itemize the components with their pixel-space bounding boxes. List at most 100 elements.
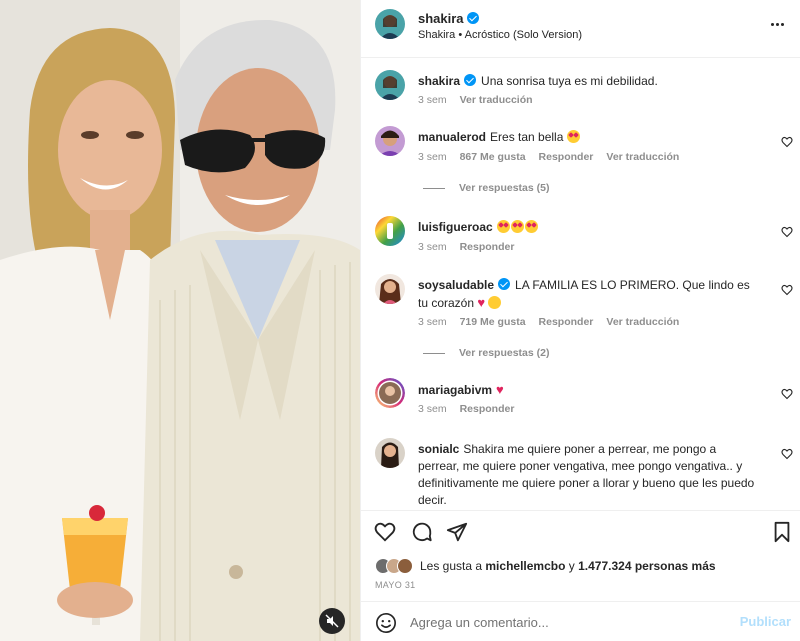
comment-reply-link[interactable]: Responder (539, 316, 594, 328)
comment-like-heart-icon[interactable] (781, 448, 793, 460)
bookmark-icon[interactable] (771, 521, 793, 543)
comment-avatar[interactable] (375, 216, 405, 246)
comment-item: soysaludable LA FAMILIA ES LO PRIMERO. Qu… (361, 274, 800, 369)
caption-meta: 3 sem Ver traducción (418, 94, 546, 106)
view-replies-link[interactable]: Ver respuestas (5) (423, 182, 549, 194)
avatar-image (375, 70, 405, 100)
caption-translate-link[interactable]: Ver traducción (460, 94, 533, 106)
avatar-image (375, 126, 405, 156)
comment-translate-link[interactable]: Ver traducción (606, 151, 679, 163)
liker-avatar (397, 558, 413, 574)
comment-input[interactable] (410, 610, 730, 634)
likes-others[interactable]: 1.477.324 personas más (578, 559, 715, 573)
comment-like-heart-icon[interactable] (781, 226, 793, 238)
comment-item: sonialc Shakira me quiere poner a perrear… (361, 438, 800, 510)
heart-eyes-emoji-icon (566, 130, 580, 143)
replies-divider (423, 187, 445, 189)
comment-item: manualerod Eres tan bella 3 sem 867 Me gus… (361, 126, 800, 206)
caption-avatar[interactable] (375, 70, 405, 100)
view-replies-text[interactable]: Ver respuestas (5) (459, 182, 549, 194)
verified-badge-icon (498, 278, 511, 290)
comment-username[interactable]: mariagabivm (418, 383, 492, 397)
avatar-image (375, 274, 405, 304)
author-avatar[interactable] (375, 9, 405, 39)
comment-like-heart-icon[interactable] (781, 136, 793, 148)
comment-body: manualerod Eres tan bella (418, 129, 758, 146)
likes-summary[interactable]: Les gusta a michellemcbo y 1.477.324 per… (375, 558, 716, 574)
comment-time: 3 sem (418, 151, 447, 163)
comment-meta: 3 sem 719 Me gusta Responder Ver traducción (418, 316, 692, 328)
comment-time: 3 sem (418, 316, 447, 328)
comment-likes[interactable]: 867 Me gusta (460, 151, 526, 163)
post-date: MAYO 31 (375, 580, 416, 590)
verified-badge-icon (464, 74, 477, 86)
likes-user[interactable]: michellemcbo (485, 559, 565, 573)
comment-meta: 3 sem Responder (418, 403, 527, 415)
comment-item: mariagabivm ♥ 3 sem Responder (361, 378, 800, 428)
smiley-icon[interactable] (375, 612, 397, 634)
comment-meta: 3 sem Responder (418, 241, 527, 253)
avatar-image (375, 216, 405, 246)
comment-time: 3 sem (418, 403, 447, 415)
add-comment-bar: Publicar (361, 601, 800, 641)
avatar-image (375, 378, 405, 408)
caption-username[interactable]: shakira (418, 74, 460, 88)
post-details-panel: shakira Shakira • Acróstico (Solo Versio… (360, 0, 800, 641)
caption-text: Una sonrisa tuya es mi debilidad. (481, 74, 658, 88)
comment-time: 3 sem (418, 241, 447, 253)
comment-bubble-icon[interactable] (411, 521, 433, 543)
comments-list[interactable]: shakira Una sonrisa tuya es mi debilidad.… (361, 58, 800, 510)
verified-badge-icon (466, 12, 479, 24)
heart-eyes-emoji-icon (510, 220, 524, 233)
likes-conj: y (568, 559, 575, 573)
avatar-image (375, 438, 405, 468)
comment-text: Eres tan bella (490, 130, 564, 144)
heart-outline-icon[interactable] (374, 521, 396, 543)
comment-translate-link[interactable]: Ver traducción (606, 316, 679, 328)
comment-reply-link[interactable]: Responder (539, 151, 594, 163)
comment-reply-link[interactable]: Responder (460, 241, 515, 253)
author-username-text[interactable]: shakira (418, 11, 464, 26)
more-horizontal-icon (770, 22, 774, 26)
heart-eyes-emoji-icon (524, 220, 538, 233)
comment-username[interactable]: sonialc (418, 442, 459, 456)
comment-likes[interactable]: 719 Me gusta (460, 316, 526, 328)
caption-body: shakira Una sonrisa tuya es mi debilidad. (418, 73, 758, 90)
speaker-muted-icon (325, 614, 339, 628)
comment-avatar[interactable] (375, 274, 405, 304)
post-actions: Les gusta a michellemcbo y 1.477.324 per… (361, 510, 800, 640)
comment-body: soysaludable LA FAMILIA ES LO PRIMERO. Qu… (418, 277, 758, 312)
mute-button[interactable] (319, 608, 345, 634)
photo-illustration (0, 0, 360, 641)
comment-reply-link[interactable]: Responder (460, 403, 515, 415)
comment-body: sonialc Shakira me quiere poner a perrear… (418, 441, 758, 509)
comment-username[interactable]: soysaludable (418, 278, 494, 292)
author-username[interactable]: shakira (418, 11, 479, 26)
paper-plane-icon[interactable] (446, 521, 468, 543)
comment-username[interactable]: luisfigueroac (418, 220, 493, 234)
red-heart-emoji-icon: ♥ (477, 295, 486, 310)
comment-like-heart-icon[interactable] (781, 284, 793, 296)
more-dot (780, 22, 784, 26)
red-heart-emoji-icon: ♥ (496, 382, 504, 397)
post-header: shakira Shakira • Acróstico (Solo Versio… (361, 0, 800, 58)
comment-avatar[interactable] (375, 438, 405, 468)
comment-like-heart-icon[interactable] (781, 388, 793, 400)
post-photo (0, 0, 360, 641)
view-replies-text[interactable]: Ver respuestas (2) (459, 347, 549, 359)
view-replies-link[interactable]: Ver respuestas (2) (423, 347, 549, 359)
likes-prefix: Les gusta a (420, 559, 483, 573)
comment-avatar[interactable] (375, 378, 405, 408)
audio-label[interactable]: Shakira • Acróstico (Solo Version) (418, 29, 582, 41)
likes-text: Les gusta a michellemcbo y 1.477.324 per… (420, 559, 716, 573)
avatar-image (375, 9, 405, 39)
praying-hands-emoji-icon (488, 296, 502, 309)
publish-button[interactable]: Publicar (740, 614, 791, 629)
more-options-button[interactable] (767, 14, 787, 34)
comment-username[interactable]: manualerod (418, 130, 486, 144)
comment-item: luisfigueroac 3 sem Responder (361, 216, 800, 266)
replies-divider (423, 352, 445, 354)
more-dot (775, 22, 779, 26)
comment-avatar[interactable] (375, 126, 405, 156)
comment-text: Shakira me quiere poner a perrear, me po… (418, 442, 755, 507)
